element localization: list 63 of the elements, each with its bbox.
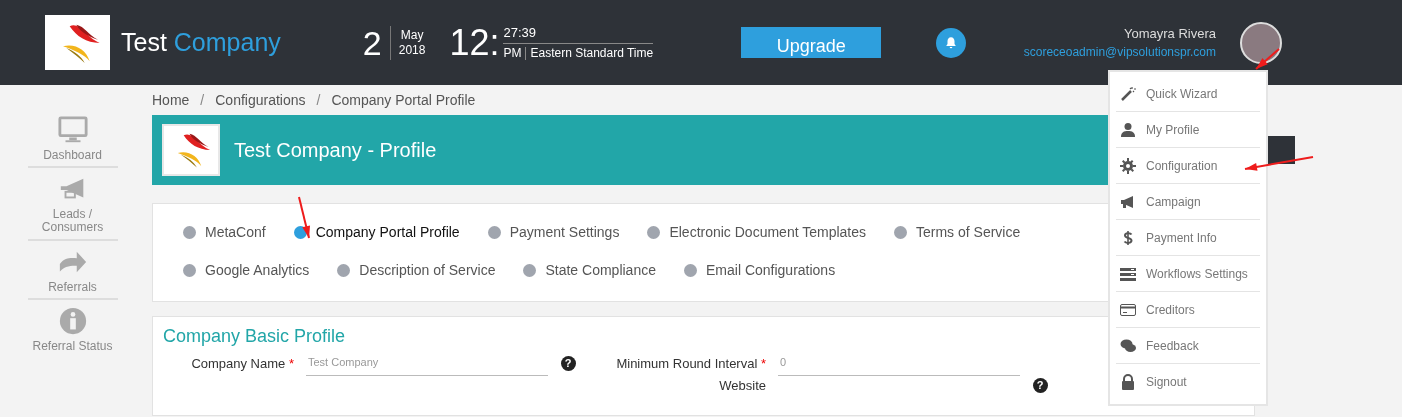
- credit-card-icon: [1120, 301, 1136, 318]
- config-tab[interactable]: Payment Settings: [487, 222, 620, 243]
- breadcrumb-link[interactable]: Home: [152, 89, 190, 111]
- help-button[interactable]: ?: [1032, 377, 1048, 393]
- field-label: Website: [719, 376, 766, 395]
- user-avatar[interactable]: [1240, 21, 1282, 64]
- sidebar-label: Dashboard: [43, 148, 102, 162]
- section-title: Company Basic Profile: [163, 325, 346, 348]
- breadcrumb-separator: /: [200, 90, 205, 110]
- wand-icon: [1120, 85, 1136, 102]
- notification-button[interactable]: [936, 27, 967, 58]
- list-icon: [1120, 265, 1136, 282]
- breadcrumb-link[interactable]: Configurations: [215, 89, 306, 111]
- menu-item[interactable]: Quick Wizard: [1116, 76, 1260, 112]
- annotation-arrow: [1254, 47, 1282, 71]
- time-meridiem: PM: [503, 45, 522, 63]
- config-tab[interactable]: Electronic Document Templates: [647, 222, 866, 243]
- menu-item[interactable]: Payment Info: [1116, 220, 1260, 256]
- menu-item[interactable]: My Profile: [1116, 112, 1260, 148]
- date-year: 2018: [398, 42, 426, 57]
- menu-item[interactable]: Campaign: [1116, 184, 1260, 220]
- monitor-icon: [57, 115, 88, 145]
- breadcrumb-current: Company Portal Profile: [331, 90, 476, 110]
- input-field[interactable]: Test Company: [306, 352, 548, 376]
- config-tab[interactable]: Email Configurations: [684, 260, 836, 281]
- sidebar-label: Referral Status: [32, 338, 113, 353]
- time-hour: 12:: [449, 24, 500, 61]
- lock-icon: [1120, 374, 1136, 390]
- user-icon: [1120, 121, 1136, 138]
- breadcrumb-separator: /: [316, 90, 321, 110]
- user-email[interactable]: scoreceoadmin@vipsolutionspr.com: [1023, 43, 1216, 62]
- sidebar-item[interactable]: Referral Status: [27, 299, 118, 357]
- menu-item[interactable]: Workflows Settings: [1116, 256, 1260, 292]
- time-zone: Eastern Standard Time: [530, 45, 654, 63]
- sidebar-label: Leads / Consumers: [41, 207, 104, 235]
- input-field[interactable]: 0: [778, 352, 1020, 376]
- menu-item[interactable]: Creditors: [1116, 292, 1260, 328]
- sidebar-item[interactable]: Dashboard: [27, 115, 118, 169]
- annotation-arrow: [1243, 155, 1315, 173]
- field-label: Minimum Round Interval *: [616, 355, 766, 373]
- time-minutes: 27:39: [503, 22, 654, 45]
- chat-icon: [1120, 337, 1136, 354]
- config-tab[interactable]: MetaConf: [183, 222, 266, 243]
- config-tab[interactable]: Terms of Service: [894, 222, 1021, 243]
- help-button[interactable]: ?: [560, 356, 576, 372]
- date-month: May: [399, 28, 425, 43]
- megaphone-icon: [1120, 193, 1136, 210]
- menu-item[interactable]: Signout: [1116, 364, 1260, 400]
- config-tab[interactable]: State Compliance: [523, 260, 656, 281]
- menu-item[interactable]: Feedback: [1116, 328, 1260, 364]
- config-tab[interactable]: Google Analytics: [183, 260, 310, 281]
- config-tab[interactable]: Description of Service: [337, 260, 496, 281]
- brand-name: Test Company: [121, 26, 281, 58]
- date-day: 2: [362, 25, 382, 60]
- field-label: Company Name *: [191, 355, 294, 373]
- sidebar-item[interactable]: Referrals: [27, 240, 118, 300]
- banner-title: Test Company - Profile: [234, 138, 437, 163]
- sidebar-item[interactable]: Leads / Consumers: [27, 168, 118, 241]
- info-icon: [57, 305, 88, 336]
- sidebar-label: Referrals: [48, 279, 97, 294]
- upgrade-button[interactable]: Upgrade: [741, 27, 882, 58]
- gear-icon: [1120, 157, 1136, 174]
- user-name: Yomayra Rivera: [1123, 24, 1216, 43]
